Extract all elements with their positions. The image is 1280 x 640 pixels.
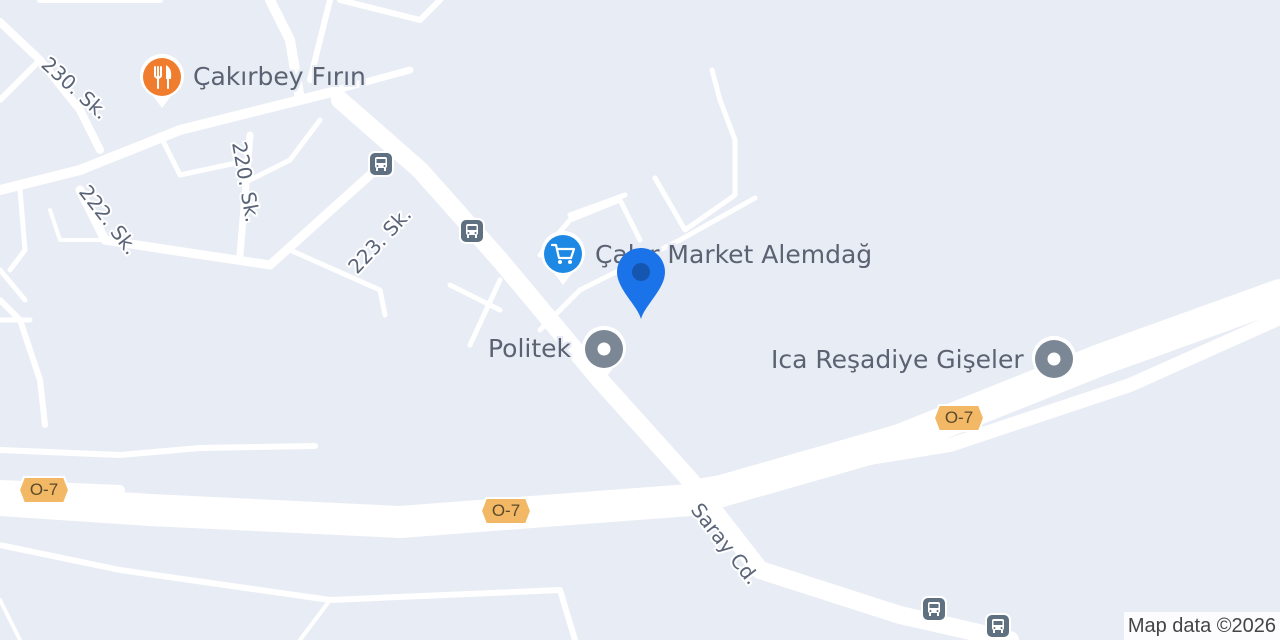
route-shield-o7: O-7	[932, 403, 986, 433]
bus-icon	[368, 151, 394, 177]
route-shield-o7: O-7	[17, 475, 71, 505]
poi-pin-politek[interactable]	[580, 324, 628, 387]
bus-stop[interactable]	[985, 613, 1011, 639]
map-attribution[interactable]: Map data ©2026	[1123, 612, 1280, 640]
bus-stop[interactable]	[459, 218, 485, 244]
shopping-cart-icon	[541, 230, 585, 285]
poi-pin-ica[interactable]	[1030, 334, 1078, 397]
poi-label-ica[interactable]: Ica Reşadiye Gişeler	[771, 345, 1024, 374]
street-label-223: 223. Sk.	[343, 202, 416, 278]
bus-icon	[985, 613, 1011, 639]
bus-stop[interactable]	[368, 151, 394, 177]
route-shield-label: O-7	[944, 408, 974, 427]
selected-location-marker[interactable]	[613, 245, 669, 321]
street-label-220: 220. Sk.	[227, 140, 265, 224]
poi-label-bakery[interactable]: Çakırbey Fırın	[193, 62, 366, 91]
route-shield-o7: O-7	[479, 496, 533, 526]
bus-stop[interactable]	[921, 596, 947, 622]
bus-icon	[921, 596, 947, 622]
place-icon	[1032, 335, 1076, 390]
poi-label-politek[interactable]: Politek	[488, 334, 571, 363]
street-label-230: 230. Sk.	[37, 52, 114, 124]
route-shield-label: O-7	[491, 501, 521, 520]
restaurant-icon	[140, 53, 184, 108]
poi-pin-market[interactable]	[539, 229, 587, 292]
place-icon	[582, 325, 626, 380]
highway-o7	[0, 279, 1280, 538]
location-pin-icon	[617, 248, 665, 319]
poi-pin-bakery[interactable]	[138, 52, 186, 115]
street-label-222: 222. Sk.	[74, 180, 143, 259]
bus-icon	[459, 218, 485, 244]
map-canvas[interactable]: 230. Sk. 220. Sk. 222. Sk. 223. Sk. Sara…	[0, 0, 1280, 640]
route-shield-label: O-7	[29, 480, 59, 499]
